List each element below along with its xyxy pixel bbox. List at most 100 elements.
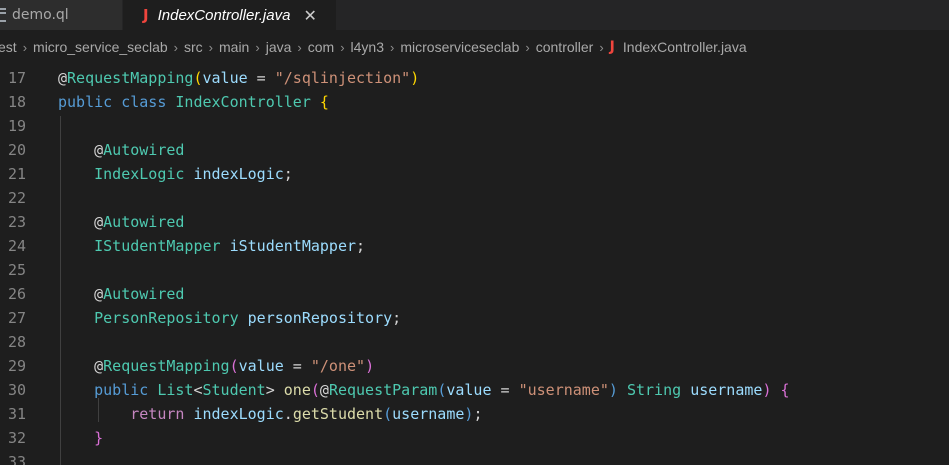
code-token: @ xyxy=(58,69,68,87)
breadcrumb-item[interactable]: controller xyxy=(536,39,594,55)
code-line[interactable]: 30 public List<Student> one(@RequestPara… xyxy=(0,378,949,402)
line-number: 30 xyxy=(7,381,26,399)
line-number: 23 xyxy=(7,213,26,231)
code-line[interactable]: 25 xyxy=(0,258,949,282)
code-line[interactable]: 33 xyxy=(0,450,949,465)
code-token: . xyxy=(283,405,293,423)
code-line[interactable]: 23 @Autowired xyxy=(0,210,949,234)
code-token: RequestMapping xyxy=(67,69,194,87)
code-token: Autowired xyxy=(103,213,185,231)
close-icon[interactable]: ✕ xyxy=(303,6,316,25)
line-code: IndexLogic indexLogic; xyxy=(58,162,293,186)
code-token: "/one" xyxy=(310,357,366,375)
code-line[interactable]: 18 public class IndexController { xyxy=(0,90,949,114)
line-code: @Autowired xyxy=(58,210,184,234)
line-number: 31 xyxy=(7,405,26,423)
line-number: 22 xyxy=(7,189,26,207)
code-editor[interactable]: 17 @RequestMapping(value = "/sqlinjection… xyxy=(0,62,949,465)
code-token: { xyxy=(780,381,790,399)
line-code: @RequestMapping(value = "/sqlinjection") xyxy=(58,66,419,90)
code-token: "username" xyxy=(518,381,609,399)
breadcrumb-item-current-file[interactable]: IndexController.java xyxy=(623,39,747,55)
line-code: public List<Student> one(@RequestParam(v… xyxy=(58,378,790,402)
tab-index-controller[interactable]: J IndexController.java ✕ xyxy=(123,0,336,30)
code-token: IndexLogic xyxy=(94,165,185,183)
code-token: value xyxy=(446,381,492,399)
code-token: one xyxy=(283,381,311,399)
code-token: return xyxy=(130,405,185,423)
line-number: 25 xyxy=(7,261,26,279)
code-token: username xyxy=(690,381,763,399)
code-token: value xyxy=(238,357,284,375)
chevron-right-icon: › xyxy=(525,39,530,55)
line-number: 17 xyxy=(7,69,26,87)
code-token: PersonRepository xyxy=(94,309,239,327)
code-line[interactable]: 28 xyxy=(0,330,949,354)
file-lines-icon xyxy=(0,8,6,22)
line-code: IStudentMapper iStudentMapper; xyxy=(58,234,365,258)
code-token: personRepository xyxy=(247,309,393,327)
breadcrumb-item[interactable]: microserviceseclab xyxy=(400,39,519,55)
code-token: "/sqlinjection" xyxy=(274,69,411,87)
code-line[interactable]: 21 IndexLogic indexLogic; xyxy=(0,162,949,186)
java-file-icon: J xyxy=(143,6,149,24)
code-line[interactable]: 19 xyxy=(0,114,949,138)
breadcrumb-item[interactable]: est xyxy=(0,39,17,55)
code-line[interactable]: 24 IStudentMapper iStudentMapper; xyxy=(0,234,949,258)
code-token: class xyxy=(121,93,167,111)
line-number: 33 xyxy=(7,453,26,465)
breadcrumb-item[interactable]: l4yn3 xyxy=(351,39,384,55)
code-line[interactable]: 31 return indexLogic.getStudent(username… xyxy=(0,402,949,426)
code-line[interactable]: 17 @RequestMapping(value = "/sqlinjection… xyxy=(0,66,949,90)
line-number: 29 xyxy=(7,357,26,375)
code-token: ) xyxy=(608,381,618,399)
code-line[interactable]: 26 @Autowired xyxy=(0,282,949,306)
code-token: ( xyxy=(383,405,393,423)
code-token: iStudentMapper xyxy=(229,237,357,255)
breadcrumb-item[interactable]: com xyxy=(308,39,334,55)
line-code: } xyxy=(58,426,103,450)
line-code: @Autowired xyxy=(58,138,184,162)
line-number: 21 xyxy=(7,165,26,183)
code-token: List xyxy=(157,381,194,399)
code-line[interactable]: 29 @RequestMapping(value = "/one") xyxy=(0,354,949,378)
code-token: RequestParam xyxy=(328,381,438,399)
breadcrumb-item[interactable]: src xyxy=(184,39,203,55)
tab-label: demo.ql xyxy=(12,7,69,23)
code-line[interactable]: 20 @Autowired xyxy=(0,138,949,162)
breadcrumb-item[interactable]: java xyxy=(266,39,292,55)
line-code: public class IndexController { xyxy=(58,90,329,114)
code-line[interactable]: 27 PersonRepository personRepository; xyxy=(0,306,949,330)
code-line[interactable]: 32 } xyxy=(0,426,949,450)
code-token: @ xyxy=(94,141,104,159)
line-number: 26 xyxy=(7,285,26,303)
line-number: 19 xyxy=(7,117,26,135)
line-number: 20 xyxy=(7,141,26,159)
code-token: RequestMapping xyxy=(103,357,230,375)
code-line[interactable]: 22 xyxy=(0,186,949,210)
code-token: > xyxy=(265,381,284,399)
code-token: ; xyxy=(283,165,293,183)
code-token: public xyxy=(58,93,113,111)
code-token: @ xyxy=(94,357,104,375)
code-token: public xyxy=(94,381,149,399)
breadcrumb-item[interactable]: micro_service_seclab xyxy=(33,39,168,55)
tab-demo-ql[interactable]: demo.ql xyxy=(0,0,123,30)
chevron-right-icon: › xyxy=(22,39,28,55)
line-number: 27 xyxy=(7,309,26,327)
line-code: @Autowired xyxy=(58,282,184,306)
chevron-right-icon: › xyxy=(340,39,345,55)
code-token: indexLogic xyxy=(193,405,284,423)
tab-bar-empty-area xyxy=(336,0,949,30)
code-token: String xyxy=(626,381,682,399)
code-token: ( xyxy=(310,381,320,399)
code-token: ; xyxy=(356,237,366,255)
breadcrumb-item[interactable]: main xyxy=(219,39,249,55)
